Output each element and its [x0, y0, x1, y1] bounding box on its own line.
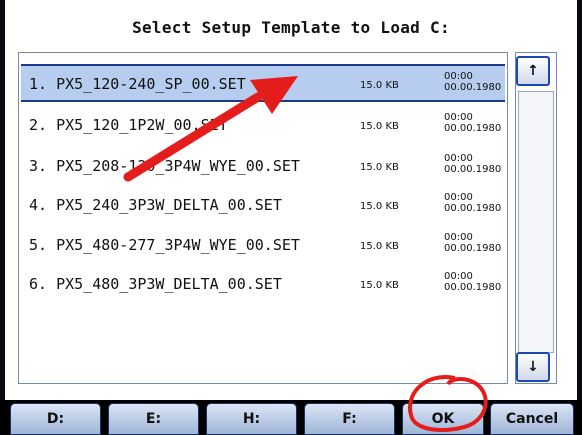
file-size: 15.0 KB [360, 80, 399, 91]
file-datetime: 00:00 00.00.1980 [444, 192, 502, 214]
file-name: 2. PX5_120_1P2W_00.SET [29, 116, 228, 134]
file-datetime: 00:00 00.00.1980 [444, 271, 502, 293]
file-datetime: 00:00 00.00.1980 [444, 153, 502, 175]
file-row-1[interactable]: 1. PX5_120-240_SP_00.SET 15.0 KB 00:00 00… [21, 64, 505, 102]
drive-h-button[interactable]: H: [206, 403, 297, 435]
file-row-6[interactable]: 6. PX5_480_3P3W_DELTA_00.SET 15.0 KB 00:… [21, 266, 505, 300]
file-name: 5. PX5_480-277_3P4W_WYE_00.SET [29, 236, 300, 254]
file-name: 4. PX5_240_3P3W_DELTA_00.SET [29, 196, 282, 214]
file-datetime: 00:00 00.00.1980 [444, 112, 502, 134]
ok-button[interactable]: OK [402, 403, 484, 435]
dialog-title: Select Setup Template to Load C: [132, 18, 450, 37]
drive-e-button[interactable]: E: [108, 403, 199, 435]
file-size: 15.0 KB [360, 241, 399, 252]
file-size: 15.0 KB [360, 121, 399, 132]
file-name: 6. PX5_480_3P3W_DELTA_00.SET [29, 275, 282, 293]
file-size: 15.0 KB [360, 162, 399, 173]
file-list[interactable]: 1. PX5_120-240_SP_00.SET 15.0 KB 00:00 00… [18, 52, 508, 384]
file-name: 1. PX5_120-240_SP_00.SET [29, 75, 246, 93]
file-size: 15.0 KB [360, 280, 399, 291]
file-name: 3. PX5_208-120_3P4W_WYE_00.SET [29, 157, 300, 175]
file-datetime: 00:00 00.00.1980 [444, 232, 502, 254]
scrollbar-thumb[interactable] [518, 91, 554, 353]
cancel-button[interactable]: Cancel [490, 403, 574, 435]
file-row-2[interactable]: 2. PX5_120_1P2W_00.SET 15.0 KB 00:00 00.0… [21, 107, 505, 141]
arrow-down-icon[interactable]: ↓ [516, 352, 550, 382]
file-datetime: 00:00 00.00.1980 [444, 71, 502, 93]
drive-d-button[interactable]: D: [10, 403, 101, 435]
file-row-4[interactable]: 4. PX5_240_3P3W_DELTA_00.SET 15.0 KB 00:… [21, 187, 505, 221]
drive-f-button[interactable]: F: [304, 403, 395, 435]
file-size: 15.0 KB [360, 201, 399, 212]
arrow-up-icon[interactable]: ↑ [516, 56, 550, 86]
dialog-window: Select Setup Template to Load C: 1. PX5_… [5, 0, 577, 410]
file-row-3[interactable]: 3. PX5_208-120_3P4W_WYE_00.SET 15.0 KB 0… [21, 148, 505, 182]
file-row-5[interactable]: 5. PX5_480-277_3P4W_WYE_00.SET 15.0 KB 0… [21, 227, 505, 261]
